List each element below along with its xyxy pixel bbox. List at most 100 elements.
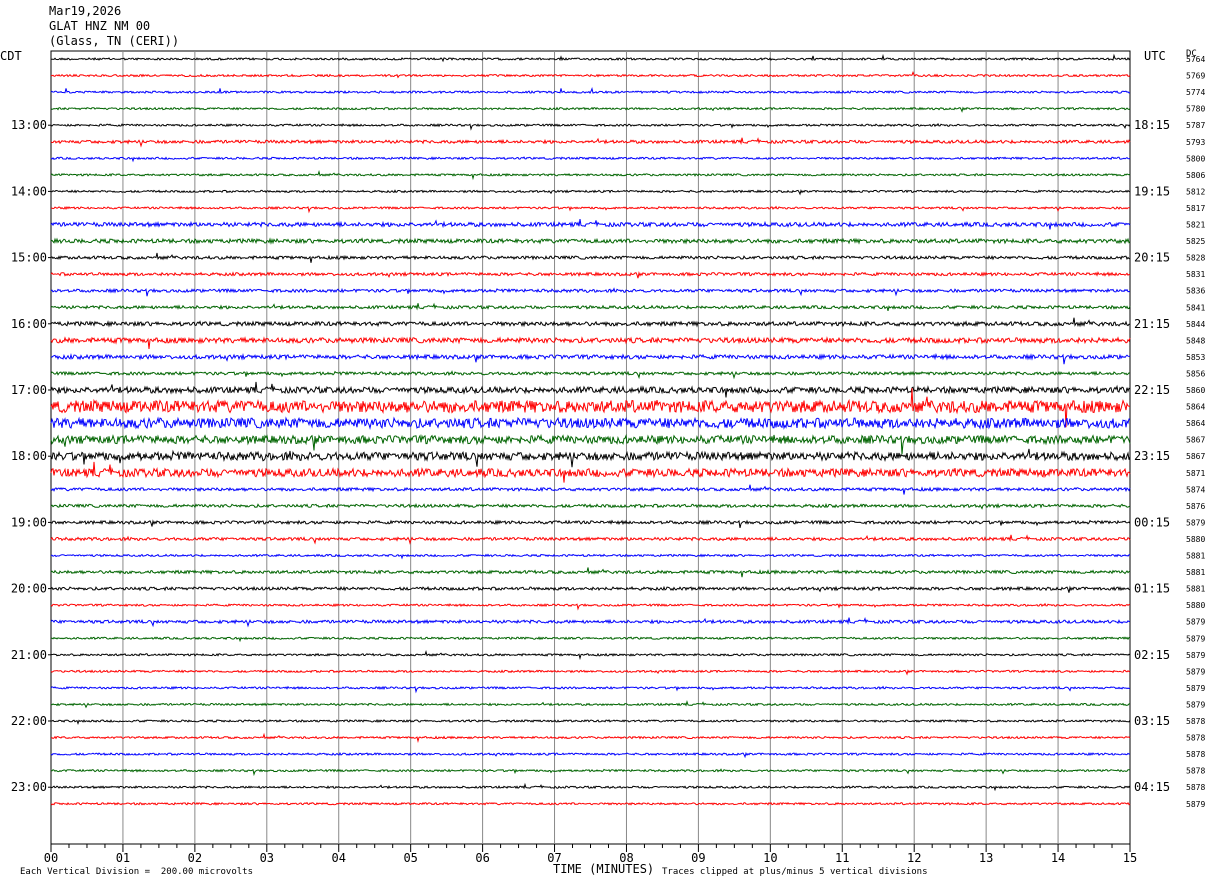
- x-tick-label: 04: [332, 851, 346, 865]
- dc-offset-label: 5881: [1186, 568, 1205, 577]
- left-time-label: 23:00: [11, 780, 47, 794]
- right-time-label: 19:15: [1134, 184, 1170, 198]
- dc-offset-label: 5856: [1186, 369, 1205, 378]
- trace-row: [50, 237, 1131, 245]
- plot-frame: [50, 50, 1131, 845]
- dc-offset-label: 5864: [1186, 403, 1205, 412]
- dc-offset-label: 5878: [1186, 783, 1205, 792]
- trace-row: [50, 433, 1131, 455]
- x-tick-label: 00: [44, 851, 58, 865]
- dc-offset-label: 5867: [1186, 436, 1205, 445]
- trace-row: [50, 519, 1131, 529]
- trace-row: [50, 685, 1131, 694]
- dc-offset-label: 5812: [1186, 187, 1205, 196]
- dc-offset-label: 5821: [1186, 221, 1205, 230]
- trace-row: [50, 553, 1130, 560]
- dc-offset-label: 5793: [1186, 138, 1205, 147]
- trace-row: [50, 448, 1131, 468]
- clip-note: Traces clipped at plus/minus 5 vertical …: [662, 867, 928, 877]
- trace-row: [50, 732, 1131, 743]
- trace-row: [50, 122, 1131, 131]
- dc-offset-label: 5874: [1186, 485, 1205, 494]
- dc-offset-label: 5864: [1186, 419, 1205, 428]
- x-tick-label: 13: [979, 851, 993, 865]
- trace-row: [50, 370, 1131, 380]
- dc-offset-label: 5825: [1186, 237, 1205, 246]
- x-axis-label: TIME (MINUTES): [553, 862, 655, 876]
- x-tick-label: 03: [260, 851, 274, 865]
- dc-offset-label: 5876: [1186, 502, 1205, 511]
- x-tick-label: 01: [116, 851, 130, 865]
- left-time-label: 17:00: [11, 383, 47, 397]
- x-tick-label: 06: [475, 851, 489, 865]
- trace-row: [50, 189, 1131, 196]
- dc-offset-label: 5871: [1186, 469, 1205, 478]
- x-tick-label: 15: [1123, 851, 1137, 865]
- dc-offset-label: 5878: [1186, 767, 1205, 776]
- left-time-label: 13:00: [11, 118, 47, 132]
- trace-row: [50, 585, 1131, 593]
- trace-row: [50, 205, 1131, 214]
- trace-row: [50, 336, 1131, 349]
- x-tick-label: 10: [763, 851, 777, 865]
- dc-offset-label: 5769: [1186, 72, 1205, 81]
- helicorder-plot: 00 01 02 03 04 05 06 07 08 09 10 11 12 13 14 1557645769…: [11, 50, 1205, 865]
- trace-row: [50, 782, 1131, 792]
- right-time-label: 22:15: [1134, 383, 1170, 397]
- scale-note: Each Vertical Division = 200.00 microvol…: [20, 867, 253, 877]
- x-tick-label: 14: [1051, 851, 1065, 865]
- dc-offset-label: 5774: [1186, 88, 1205, 97]
- right-time-label: 03:15: [1134, 714, 1170, 728]
- dc-offset-label: 5787: [1186, 121, 1205, 130]
- dc-offset-label: 5879: [1186, 634, 1205, 643]
- trace-row: [50, 751, 1131, 759]
- dc-offset-label: 5844: [1186, 320, 1205, 329]
- right-time-label: 00:15: [1134, 515, 1170, 529]
- trace-row: [50, 352, 1131, 365]
- right-time-label: 04:15: [1134, 780, 1170, 794]
- trace-row: [50, 567, 1131, 578]
- dc-offset-label: 5867: [1186, 452, 1205, 461]
- x-tick-label: 02: [188, 851, 202, 865]
- trace-row: [50, 53, 1131, 63]
- left-time-label: 19:00: [11, 515, 47, 529]
- dc-offset-label: 5780: [1186, 105, 1205, 114]
- right-time-label: 21:15: [1134, 317, 1170, 331]
- left-time-label: 15:00: [11, 251, 47, 265]
- trace-row: [50, 287, 1131, 297]
- trace-row: [50, 156, 1131, 163]
- dc-offset-label: 5836: [1186, 287, 1205, 296]
- trace-row: [50, 170, 1131, 181]
- dc-offset-label: 5800: [1186, 154, 1205, 163]
- trace-row: [50, 137, 1131, 148]
- trace-row: [50, 649, 1131, 661]
- trace-row: [50, 416, 1130, 430]
- dc-offset-label: 5764: [1186, 55, 1205, 64]
- dc-offset-label: 5853: [1186, 353, 1205, 362]
- x-tick-label: 12: [907, 851, 921, 865]
- right-time-label: 01:15: [1134, 582, 1170, 596]
- trace-row: [50, 502, 1131, 510]
- trace-row: [50, 271, 1130, 279]
- trace-row: [50, 484, 1131, 495]
- right-time-label: 23:15: [1134, 449, 1170, 463]
- dc-offset-label: 5879: [1186, 700, 1205, 709]
- dc-offset-label: 5881: [1186, 552, 1205, 561]
- dc-offset-label: 5848: [1186, 336, 1205, 345]
- dc-offset-label: 5879: [1186, 518, 1205, 527]
- trace-row: [50, 534, 1131, 545]
- dc-offset-label: 5879: [1186, 667, 1205, 676]
- dc-offset-label: 5831: [1186, 270, 1205, 279]
- trace-row: [50, 302, 1131, 312]
- left-time-label: 20:00: [11, 582, 47, 596]
- dc-offset-label: 5878: [1186, 717, 1205, 726]
- x-tick-label: 05: [403, 851, 417, 865]
- dc-offset-label: 5879: [1186, 800, 1205, 809]
- dc-offset-label: 5860: [1186, 386, 1205, 395]
- left-time-label: 18:00: [11, 449, 47, 463]
- dc-offset-label: 5878: [1186, 734, 1205, 743]
- trace-row: [50, 602, 1131, 611]
- trace-row: [50, 252, 1131, 263]
- right-time-label: 20:15: [1134, 251, 1170, 265]
- trace-row: [50, 317, 1130, 328]
